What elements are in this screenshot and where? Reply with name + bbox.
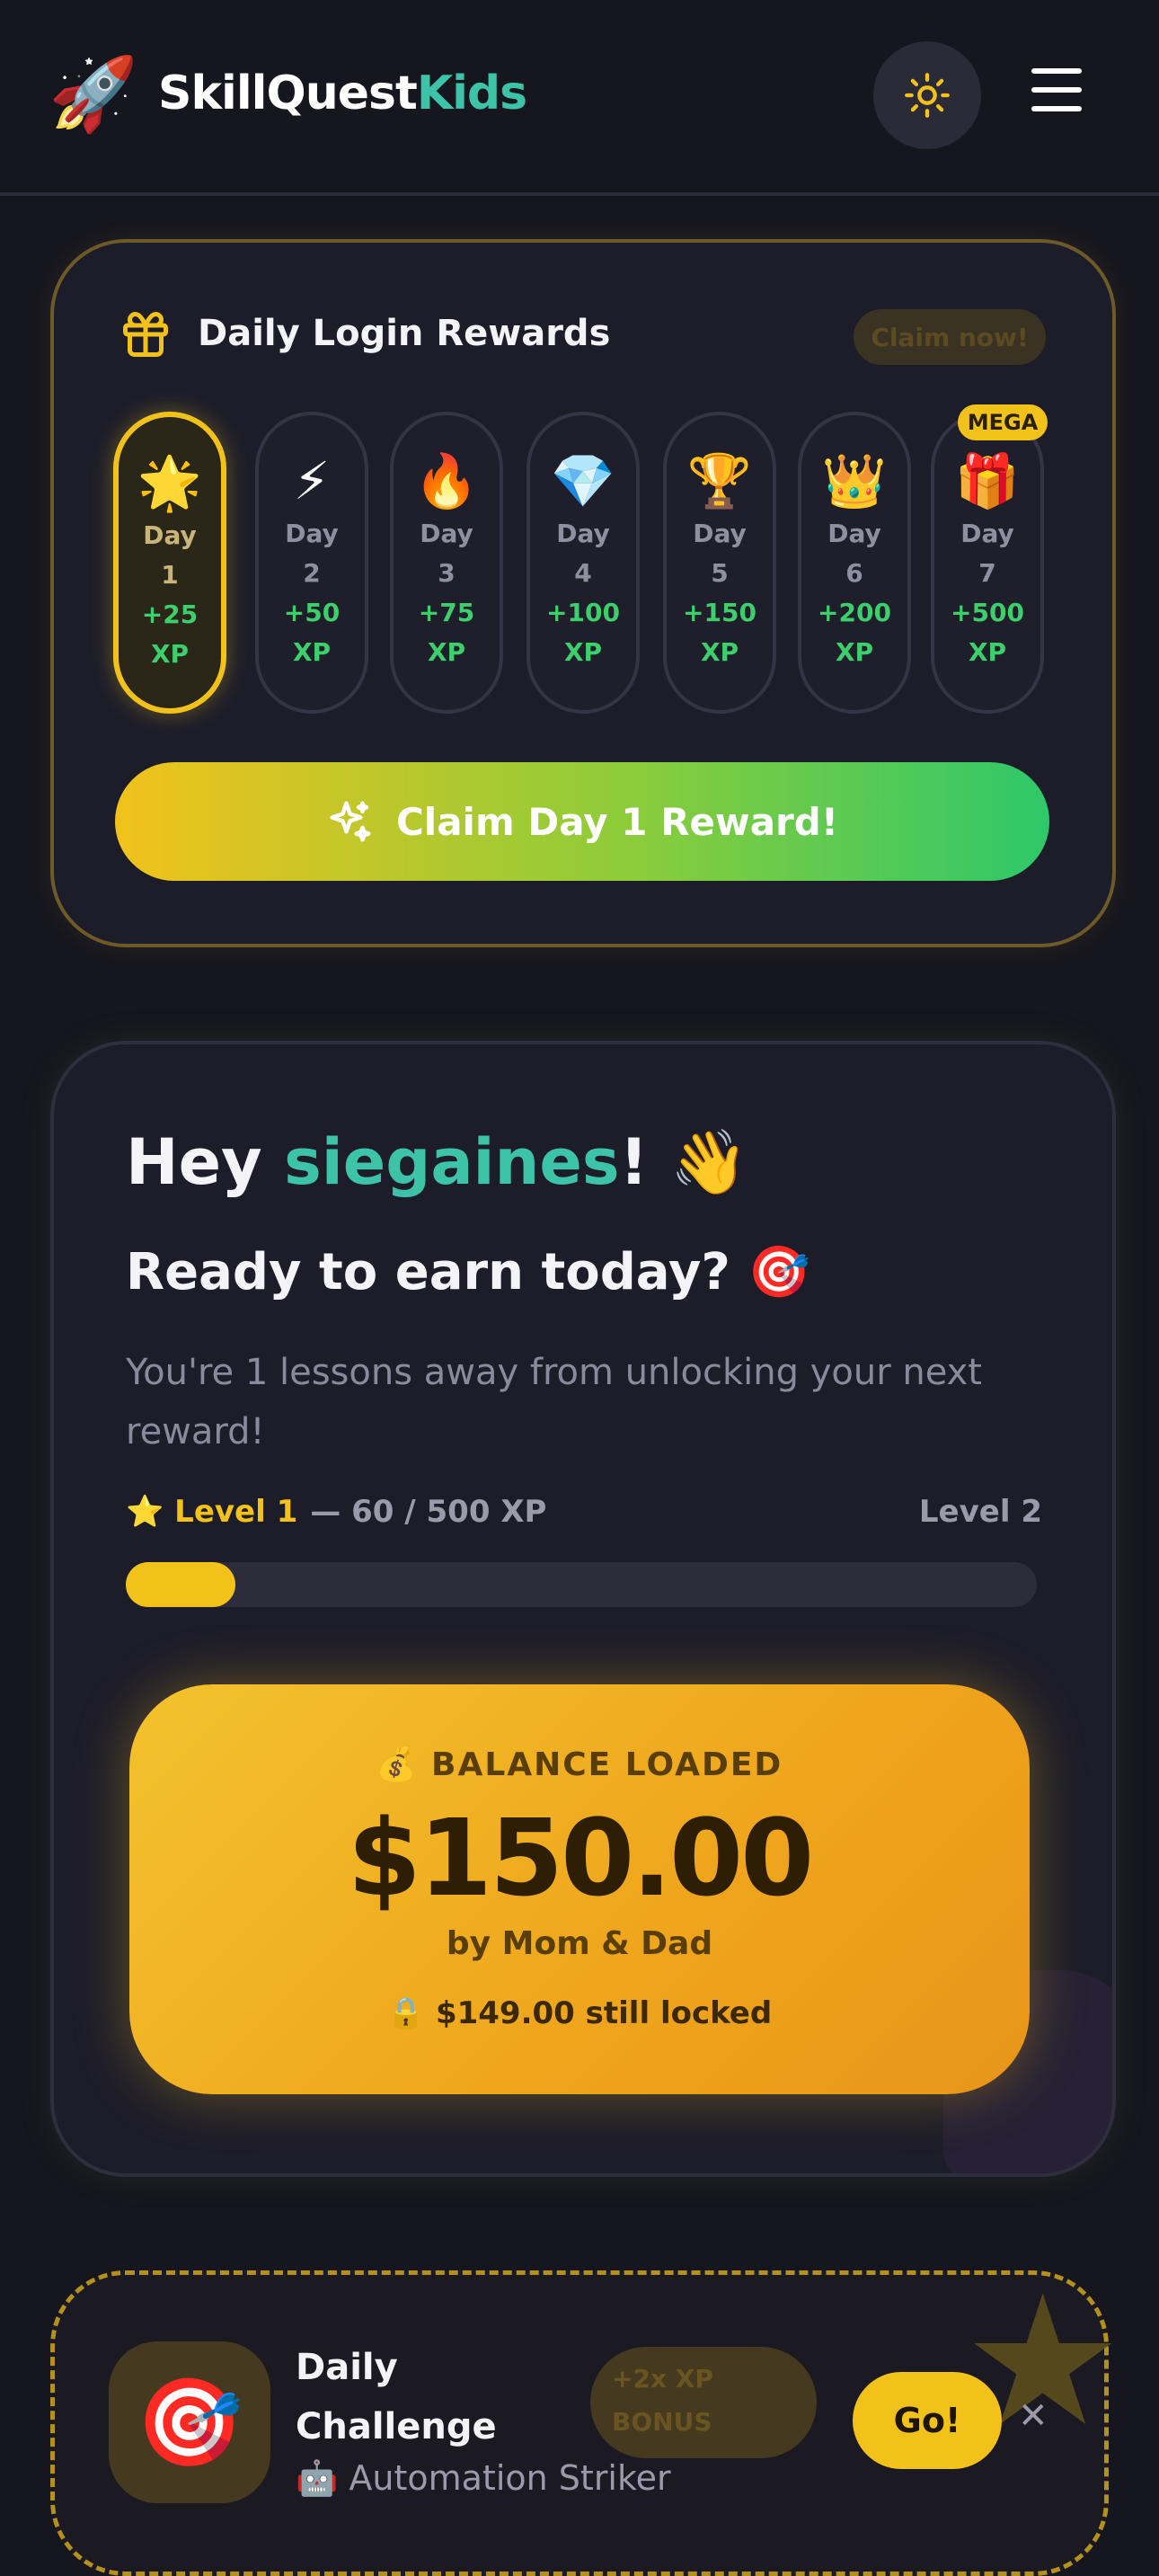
reward-day-xp-unit: XP bbox=[563, 637, 603, 667]
brand-accent: Kids bbox=[416, 67, 527, 120]
gift-icon bbox=[123, 312, 168, 357]
reward-day-4[interactable]: 💎 Day 4 +100 XP bbox=[526, 412, 640, 714]
reward-day-icon: 👑 bbox=[821, 450, 888, 511]
reward-days-list: 🌟 Day 1 +25 XP ⚡ Day 2 +50 XP 🔥 Day 3 +75 XP 💎 Day 4 +100 X… bbox=[113, 412, 1101, 717]
reward-day-number: 5 bbox=[711, 558, 729, 588]
claim-reward-label: Claim Day 1 Reward! bbox=[395, 799, 838, 844]
reward-day-xp: +200 bbox=[818, 598, 891, 627]
next-level: Level 2 bbox=[918, 1494, 1042, 1530]
reward-day-xp: +500 bbox=[951, 598, 1024, 627]
mega-badge: MEGA bbox=[958, 404, 1048, 440]
close-icon[interactable]: ✕ bbox=[1018, 2395, 1048, 2437]
reward-day-xp-unit: XP bbox=[427, 637, 466, 667]
claim-now-badge[interactable]: Claim now! bbox=[854, 309, 1046, 365]
reward-day-number: 4 bbox=[574, 558, 592, 588]
greeting: Hey siegaines! 👋 bbox=[126, 1125, 748, 1200]
welcome-card: Hey siegaines! 👋 Ready to earn today? 🎯 … bbox=[50, 1041, 1116, 2177]
locked-amount: 🔒 $149.00 still locked bbox=[386, 1995, 773, 2031]
reward-day-5[interactable]: 🏆 Day 5 +150 XP bbox=[663, 412, 776, 714]
reward-day-label: Day bbox=[960, 519, 1014, 548]
reward-day-6[interactable]: 👑 Day 6 +200 XP bbox=[798, 412, 911, 714]
daily-challenge-card[interactable]: ★ 🎯 Daily Challenge 🤖 Automation Striker… bbox=[50, 2257, 1123, 2576]
greeting-end: ! 👋 bbox=[619, 1125, 748, 1199]
rocket-logo-icon: 🚀 bbox=[49, 52, 138, 136]
reward-day-2[interactable]: ⚡ Day 2 +50 XP bbox=[255, 412, 368, 714]
brand-primary: SkillQuest bbox=[158, 67, 418, 120]
sparkles-icon bbox=[330, 801, 371, 842]
rewards-title: Daily Login Rewards bbox=[198, 313, 611, 354]
reward-day-xp: +75 bbox=[418, 598, 475, 627]
go-button[interactable]: Go! bbox=[853, 2372, 1002, 2469]
username: siegaines bbox=[284, 1125, 620, 1199]
subtitle: You're 1 lessons away from unlocking you… bbox=[126, 1352, 982, 1452]
balance-card[interactable]: 💰 BALANCE LOADED $150.00 by Mom & Dad 🔒 … bbox=[129, 1684, 1030, 2094]
reward-day-label: Day bbox=[143, 520, 197, 550]
daily-login-rewards-card: Daily Login Rewards Claim now! MEGA 🌟 Day… bbox=[50, 239, 1116, 947]
reward-day-label: Day bbox=[285, 519, 339, 548]
brand-name[interactable]: SkillQuestKids bbox=[158, 67, 527, 120]
xp-progress-text: — 60 / 500 XP bbox=[310, 1494, 547, 1530]
hamburger-menu-icon[interactable] bbox=[1031, 68, 1082, 122]
reward-day-xp-unit: XP bbox=[292, 637, 332, 667]
reward-day-label: Day bbox=[556, 519, 610, 548]
target-icon: 🎯 bbox=[109, 2341, 270, 2503]
challenge-title: Daily Challenge bbox=[296, 2347, 497, 2447]
balance-label: 💰 BALANCE LOADED bbox=[376, 1746, 783, 1783]
sun-icon bbox=[905, 73, 950, 118]
reward-day-number: 1 bbox=[161, 560, 179, 590]
reward-day-number: 6 bbox=[845, 558, 863, 588]
reward-day-3[interactable]: 🔥 Day 3 +75 XP bbox=[390, 412, 503, 714]
reward-day-xp: +150 bbox=[683, 598, 756, 627]
reward-day-xp-unit: XP bbox=[700, 637, 739, 667]
claim-reward-button[interactable]: Claim Day 1 Reward! bbox=[115, 762, 1049, 881]
reward-day-icon: 🏆 bbox=[686, 450, 753, 511]
reward-day-icon: 🎁 bbox=[954, 450, 1021, 511]
reward-day-number: 2 bbox=[303, 558, 321, 588]
xp-progress-fill bbox=[126, 1562, 235, 1607]
reward-day-icon: 🌟 bbox=[137, 452, 203, 513]
greeting-word: Hey bbox=[126, 1125, 262, 1199]
reward-day-number: 3 bbox=[438, 558, 456, 588]
reward-day-xp-unit: XP bbox=[150, 639, 190, 669]
xp-progress-bar bbox=[126, 1562, 1037, 1607]
reward-day-label: Day bbox=[420, 519, 473, 548]
balance-amount: $150.00 bbox=[347, 1796, 814, 1920]
reward-day-1[interactable]: 🌟 Day 1 +25 XP bbox=[113, 412, 226, 714]
theme-toggle-button[interactable] bbox=[873, 41, 981, 149]
reward-day-xp-unit: XP bbox=[835, 637, 874, 667]
headline: Ready to earn today? 🎯 bbox=[126, 1243, 811, 1301]
reward-day-7[interactable]: 🎁 Day 7 +500 XP bbox=[931, 412, 1044, 714]
reward-day-icon: 🔥 bbox=[413, 450, 480, 511]
reward-day-xp: +25 bbox=[141, 600, 199, 629]
reward-day-number: 7 bbox=[978, 558, 996, 588]
reward-day-xp: +100 bbox=[546, 598, 620, 627]
challenge-subtitle: 🤖 Automation Striker bbox=[296, 2458, 671, 2498]
reward-day-icon: 💎 bbox=[550, 450, 616, 511]
balance-source: by Mom & Dad bbox=[446, 1925, 713, 1962]
xp-bonus-badge: +2x XP BONUS bbox=[590, 2347, 817, 2458]
app-header: 🚀 SkillQuestKids bbox=[0, 0, 1159, 196]
reward-day-xp: +50 bbox=[283, 598, 341, 627]
reward-day-icon: ⚡ bbox=[293, 450, 331, 511]
reward-day-xp-unit: XP bbox=[968, 637, 1007, 667]
reward-day-label: Day bbox=[693, 519, 747, 548]
level-info: ⭐ Level 1 — 60 / 500 XP bbox=[126, 1494, 546, 1530]
reward-day-label: Day bbox=[827, 519, 881, 548]
current-level: ⭐ Level 1 bbox=[126, 1494, 298, 1530]
